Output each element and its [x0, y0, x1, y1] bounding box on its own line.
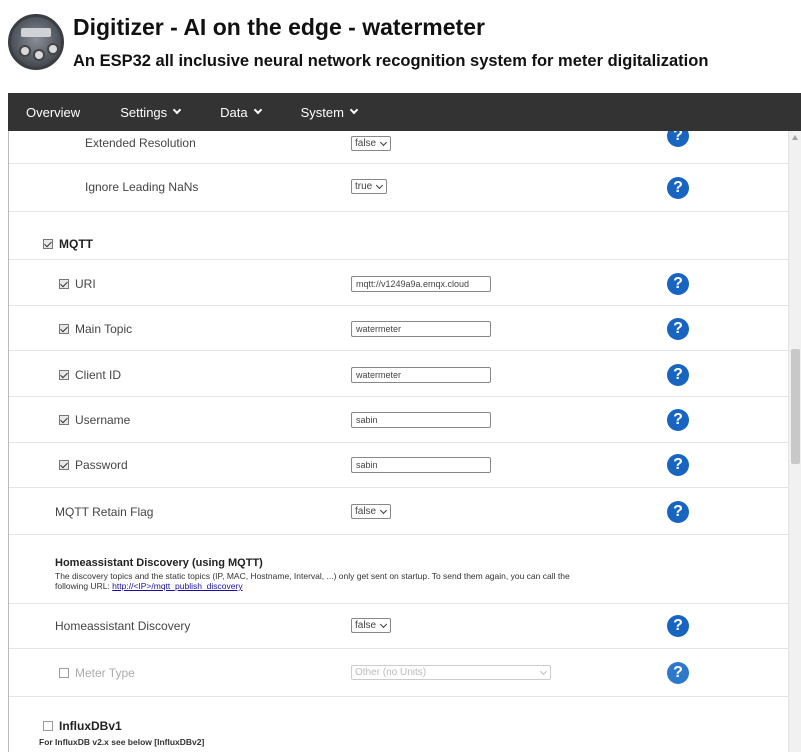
- influxdb-enable-checkbox[interactable]: [43, 721, 53, 731]
- help-icon[interactable]: ?: [667, 501, 689, 523]
- row-homeassistant-heading: Homeassistant Discovery (using MQTT) The…: [9, 535, 789, 604]
- url-prefix-text: following URL:: [55, 581, 113, 591]
- homeassistant-heading: Homeassistant Discovery (using MQTT): [55, 557, 263, 569]
- mqtt-password-label: Password: [59, 458, 128, 472]
- nav-data-label: Data: [220, 104, 248, 120]
- mqtt-retain-flag-label: MQTT Retain Flag: [55, 505, 154, 519]
- meter-type-select[interactable]: Other (no Units): [351, 665, 551, 680]
- influxdb-section-title: InfluxDBv1: [43, 719, 122, 733]
- mqtt-enable-checkbox[interactable]: [43, 239, 53, 249]
- mqtt-main-topic-input[interactable]: watermeter: [351, 321, 491, 337]
- mqtt-client-id-checkbox[interactable]: [59, 370, 69, 380]
- mqtt-password-label-text: Password: [75, 458, 128, 472]
- extended-resolution-select[interactable]: false: [351, 136, 392, 151]
- nav-system[interactable]: System: [281, 105, 377, 120]
- settings-frame: Extended Resolution false ? Ignore Leadi…: [8, 131, 801, 752]
- meter-type-checkbox[interactable]: [59, 668, 69, 678]
- homeassistant-discovery-label: Homeassistant Discovery: [55, 619, 191, 633]
- mqtt-password-checkbox[interactable]: [59, 460, 69, 470]
- help-icon[interactable]: ?: [667, 177, 689, 199]
- row-mqtt-password: Password sabin ?: [9, 443, 789, 488]
- nav-data[interactable]: Data: [200, 105, 280, 120]
- chevron-down-icon: [172, 105, 182, 115]
- homeassistant-description: The discovery topics and the static topi…: [55, 571, 570, 581]
- mqtt-section-label: MQTT: [59, 237, 93, 251]
- app-logo: [8, 14, 64, 70]
- help-icon[interactable]: ?: [667, 131, 689, 147]
- chevron-down-icon: [253, 105, 262, 115]
- page-title: Digitizer - AI on the edge - watermeter: [73, 14, 485, 40]
- row-mqtt-uri: URI mqtt://v1249a9a.emqx.cloud ?: [9, 260, 789, 306]
- mqtt-username-label: Username: [59, 413, 130, 427]
- page-subtitle: An ESP32 all inclusive neural network re…: [73, 52, 709, 70]
- ignore-leading-nans-label: Ignore Leading NaNs: [85, 180, 199, 194]
- scroll-up-arrow-icon[interactable]: [792, 135, 798, 140]
- influxdb-note: For InfluxDB v2.x see below [InfluxDBv2]: [39, 737, 205, 747]
- nav-settings[interactable]: Settings: [100, 105, 200, 120]
- mqtt-uri-checkbox[interactable]: [59, 279, 69, 289]
- help-icon[interactable]: ?: [667, 318, 689, 340]
- scrollbar-thumb[interactable]: [791, 349, 800, 464]
- row-meter-type: Meter Type Other (no Units) ?: [9, 649, 789, 697]
- row-homeassistant-discovery: Homeassistant Discovery false ?: [9, 604, 789, 649]
- mqtt-client-id-label-text: Client ID: [75, 368, 122, 382]
- mqtt-main-topic-checkbox[interactable]: [59, 324, 69, 334]
- mqtt-username-input[interactable]: sabin: [351, 412, 491, 428]
- nav-system-label: System: [300, 104, 344, 120]
- row-mqtt-main-topic: Main Topic watermeter ?: [9, 306, 789, 351]
- row-influxdb-section: InfluxDBv1 For InfluxDB v2.x see below […: [9, 697, 789, 752]
- help-icon[interactable]: ?: [667, 454, 689, 476]
- row-extended-resolution: Extended Resolution false ?: [9, 131, 789, 164]
- help-icon[interactable]: ?: [667, 615, 689, 637]
- help-icon[interactable]: ?: [667, 409, 689, 431]
- mqtt-username-checkbox[interactable]: [59, 415, 69, 425]
- meter-type-label-text: Meter Type: [75, 666, 135, 680]
- row-mqtt-section: MQTT: [9, 212, 789, 260]
- meter-type-label: Meter Type: [59, 666, 135, 680]
- help-icon[interactable]: ?: [667, 273, 689, 295]
- nav-overview[interactable]: Overview: [8, 105, 100, 120]
- mqtt-uri-label: URI: [59, 277, 96, 291]
- mqtt-username-label-text: Username: [75, 413, 131, 427]
- mqtt-client-id-label: Client ID: [59, 368, 121, 382]
- influxdb-section-label: InfluxDBv1: [59, 719, 122, 733]
- chevron-down-icon: [349, 105, 359, 115]
- mqtt-client-id-input[interactable]: watermeter: [351, 367, 491, 383]
- row-mqtt-client-id: Client ID watermeter ?: [9, 351, 789, 397]
- mqtt-publish-discovery-link[interactable]: http://<IP>/mqtt_publish_discovery: [112, 581, 242, 591]
- mqtt-password-input[interactable]: sabin: [351, 457, 491, 473]
- help-icon[interactable]: ?: [667, 364, 689, 386]
- homeassistant-discovery-select[interactable]: false: [351, 618, 392, 633]
- extended-resolution-label: Extended Resolution: [85, 136, 196, 150]
- main-nav: Overview Settings Data System: [8, 93, 801, 131]
- mqtt-main-topic-label-text: Main Topic: [75, 322, 133, 336]
- homeassistant-description-url-line: following URL: http://<IP>/mqtt_publish_…: [55, 581, 243, 591]
- ignore-leading-nans-select[interactable]: true: [351, 179, 388, 194]
- nav-overview-label: Overview: [26, 104, 81, 120]
- row-mqtt-username: Username sabin ?: [9, 397, 789, 443]
- help-icon[interactable]: ?: [667, 662, 689, 684]
- nav-settings-label: Settings: [120, 104, 168, 120]
- mqtt-section-title: MQTT: [43, 237, 93, 251]
- mqtt-uri-input[interactable]: mqtt://v1249a9a.emqx.cloud: [351, 276, 491, 292]
- mqtt-main-topic-label: Main Topic: [59, 322, 132, 336]
- vertical-scrollbar[interactable]: [788, 131, 801, 752]
- mqtt-uri-label-text: URI: [75, 277, 96, 291]
- row-mqtt-retain-flag: MQTT Retain Flag false ?: [9, 488, 789, 535]
- row-ignore-leading-nans: Ignore Leading NaNs true ?: [9, 164, 789, 212]
- mqtt-retain-flag-select[interactable]: false: [351, 504, 392, 519]
